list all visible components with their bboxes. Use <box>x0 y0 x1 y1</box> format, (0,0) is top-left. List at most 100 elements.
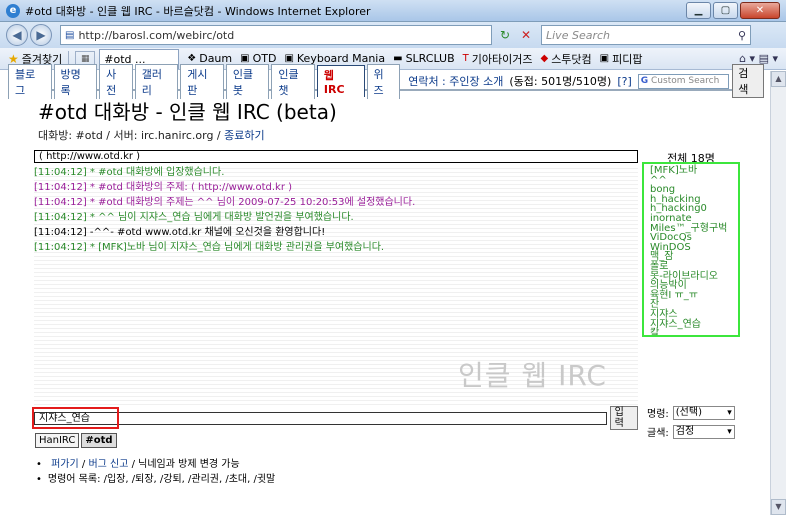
menu-item-wiz[interactable]: 위즈 <box>366 63 401 99</box>
user-item[interactable]: 지쟈스_연습 <box>650 319 732 330</box>
chat-time: [11:04:12] <box>34 197 87 208</box>
menu-item-dictionary[interactable]: 사전 <box>99 63 133 99</box>
link-stoo[interactable]: ◆ 스투닷컴 <box>540 51 591 67</box>
menu-item-guestbook[interactable]: 방명록 <box>53 63 98 99</box>
help-link[interactable]: [?] <box>617 75 631 88</box>
chat-line: [11:04:12] * [MFK]노바 님이 지쟈스_연습 님에게 대화방 관… <box>34 240 638 255</box>
menu-item-bot[interactable]: 인클봇 <box>225 63 270 99</box>
ie-logo-icon: e <box>6 3 20 18</box>
color-label: 글색: <box>647 428 669 439</box>
command-list-text: 명령어 목록: /입장, /퇴장, /강퇴, /관리권, /초대, /귓말 <box>47 474 276 485</box>
scroll-up-icon[interactable]: ▲ <box>771 71 786 87</box>
chat-text: * #otd 대화방의 주제는 ^^ 님이 2009-07-25 10:20:5… <box>89 197 416 208</box>
color-control: 글색: 검정 <box>647 424 735 439</box>
channel-info: 대화방: #otd / 서버: irc.hanirc.org / 종료하기 <box>38 127 265 143</box>
message-input[interactable]: 지쟈스_연습 <box>34 411 607 425</box>
address-actions: ↻ ✕ <box>496 26 535 44</box>
forward-button[interactable]: ▶ <box>30 24 52 46</box>
menu-item-blog[interactable]: 블로그 <box>8 63 52 99</box>
address-toolbar: ◀ ▶ ▤ http://barosl.com/webirc/otd ↻ ✕ L… <box>0 22 786 48</box>
search-icon[interactable]: ⚲ <box>738 29 746 42</box>
channel-server-text: 대화방: #otd / 서버: irc.hanirc.org / <box>38 129 221 142</box>
server-tabs: HanIRC #otd <box>35 433 117 448</box>
link-kia-icon: T <box>462 53 469 64</box>
link-stoo-label: 스투닷컴 <box>551 52 592 66</box>
address-url: http://barosl.com/webirc/otd <box>78 28 235 42</box>
chat-text: * #otd 대화방에 입장했습니다. <box>89 167 225 178</box>
link-kia-label: 기아타이거즈 <box>471 52 533 66</box>
minimize-button[interactable]: ▁ <box>686 2 711 19</box>
watermark-text: 인클 웹 IRC <box>458 359 607 392</box>
link-kia-tigers[interactable]: T 기아타이거즈 <box>463 51 533 67</box>
search-placeholder: Live Search <box>546 28 610 42</box>
chat-time: [11:04:12] <box>34 167 87 178</box>
link-daum-icon: ❖ <box>187 53 197 64</box>
window-titlebar: e #otd 대화방 - 인클 웹 IRC - 바르슬닷컴 - Windows … <box>0 0 786 22</box>
site-menu: 블로그 방명록 사전 갤러리 게시판 인클봇 인클챗 웹 IRC 위즈 연락처 … <box>8 63 764 99</box>
command-label: 명령: <box>647 409 669 420</box>
link-slrclub-label: SLRCLUB <box>405 52 455 65</box>
link-keyboard-icon: ▣ <box>284 53 294 64</box>
link-pdpop-icon: ▣ <box>599 53 610 64</box>
link-pdpop-label: 피디팝 <box>612 52 643 66</box>
menu-item-web-irc[interactable]: 웹 IRC <box>316 65 365 97</box>
tab-otd[interactable]: #otd <box>81 433 117 448</box>
quit-link[interactable]: 종료하기 <box>224 129 264 142</box>
command-control: 명령: (선택) <box>647 405 735 420</box>
chat-time: [11:04:12] <box>34 182 87 193</box>
user-list[interactable]: [MFK]노바 ^^ bong h_hacking h_hacking0 ino… <box>642 162 740 337</box>
chat-time: [11:04:12] <box>34 242 87 253</box>
link-stoo-icon: ◆ <box>540 53 549 64</box>
link-pdpop[interactable]: ▣ 피디팝 <box>600 51 643 67</box>
back-button[interactable]: ◀ <box>6 24 28 46</box>
nickname-value: 지쟈스_연습 <box>39 412 90 424</box>
address-field[interactable]: ▤ http://barosl.com/webirc/otd <box>60 25 492 45</box>
chat-line: [11:04:12] * #otd 대화방의 주제는 ^^ 님이 2009-07… <box>34 195 638 210</box>
google-search-input[interactable]: G Custom Search <box>637 73 730 89</box>
concurrent-counter: (동접: 501명/510명) <box>509 75 612 88</box>
note-item: 명령어 목록: /입장, /퇴장, /강퇴, /관리권, /초대, /귓말 <box>36 472 275 487</box>
chat-text: * ^^ 님이 지쟈스_연습 님에게 대화방 발언권을 부여했습니다. <box>89 212 354 223</box>
link-slrclub[interactable]: ▬ SLRCLUB <box>393 52 455 65</box>
tab-hanirc[interactable]: HanIRC <box>35 433 80 448</box>
chat-text: * [MFK]노바 님이 지쟈스_연습 님에게 대화방 관리권을 부여했습니다. <box>89 242 385 253</box>
page-viewport: 블로그 방명록 사전 갤러리 게시판 인클봇 인클챗 웹 IRC 위즈 연락처 … <box>2 63 770 515</box>
chat-line: [11:04:12] * #otd 대화방의 주제: ( http://www.… <box>34 180 638 195</box>
bug-report-link[interactable]: 버그 신고 <box>88 459 128 470</box>
scroll-down-icon[interactable]: ▼ <box>771 499 786 515</box>
chat-time: [11:04:12] <box>34 212 87 223</box>
topic-bar: ( http://www.otd.kr ) <box>34 150 638 163</box>
live-search-input[interactable]: Live Search ⚲ <box>541 25 751 45</box>
window-controls: ▁ ▢ ✕ <box>686 2 780 19</box>
chat-line: [11:04:12] * ^^ 님이 지쟈스_연습 님에게 대화방 발언권을 부… <box>34 210 638 225</box>
chat-text: * #otd 대화방의 주제: ( http://www.otd.kr ) <box>89 182 293 193</box>
share-link[interactable]: 퍼가기 <box>51 459 79 470</box>
close-button[interactable]: ✕ <box>740 2 780 19</box>
maximize-button[interactable]: ▢ <box>713 2 738 19</box>
chat-line: [11:04:12] -^^- #otd www.otd.kr 채널에 오신것을… <box>34 225 638 240</box>
notes-list: 퍼가기 / 버그 신고 / 닉네임과 방제 변경 가능 명령어 목록: /입장,… <box>36 457 275 487</box>
menu-item-chat[interactable]: 인클챗 <box>271 63 315 99</box>
note-text: / 닉네임과 방제 변경 가능 <box>128 459 240 470</box>
chat-time: [11:04:12] <box>34 227 87 238</box>
note-item: 퍼가기 / 버그 신고 / 닉네임과 방제 변경 가능 <box>36 457 275 472</box>
color-select[interactable]: 검정 <box>672 424 735 439</box>
command-select[interactable]: (선택) <box>672 405 735 420</box>
menu-item-gallery[interactable]: 갤러리 <box>134 63 179 99</box>
menu-item-board[interactable]: 게시판 <box>180 63 224 99</box>
link-otd-icon: ▣ <box>240 53 250 64</box>
google-search-placeholder: Custom Search <box>651 75 720 86</box>
send-button[interactable]: 입력 <box>609 406 638 430</box>
vertical-scrollbar[interactable]: ▲ ▼ <box>770 71 786 515</box>
user-item[interactable]: 칼 <box>650 329 732 335</box>
window-title: #otd 대화방 - 인클 웹 IRC - 바르슬닷컴 - Windows In… <box>25 4 371 18</box>
page-title: #otd 대화방 - 인클 웹 IRC (beta) <box>38 100 337 124</box>
contact-link[interactable]: 연락처 : 주인장 소개 <box>408 73 503 89</box>
message-input-row: 지쟈스_연습 입력 <box>34 406 638 430</box>
refresh-icon[interactable]: ↻ <box>496 26 514 44</box>
site-search-button[interactable]: 검색 <box>732 64 764 98</box>
link-slrclub-icon: ▬ <box>393 53 403 64</box>
stop-icon[interactable]: ✕ <box>517 26 535 44</box>
site-favicon-icon: ▤ <box>65 29 75 41</box>
user-item[interactable]: 육현I ㅠ_ㅠ <box>650 290 732 301</box>
